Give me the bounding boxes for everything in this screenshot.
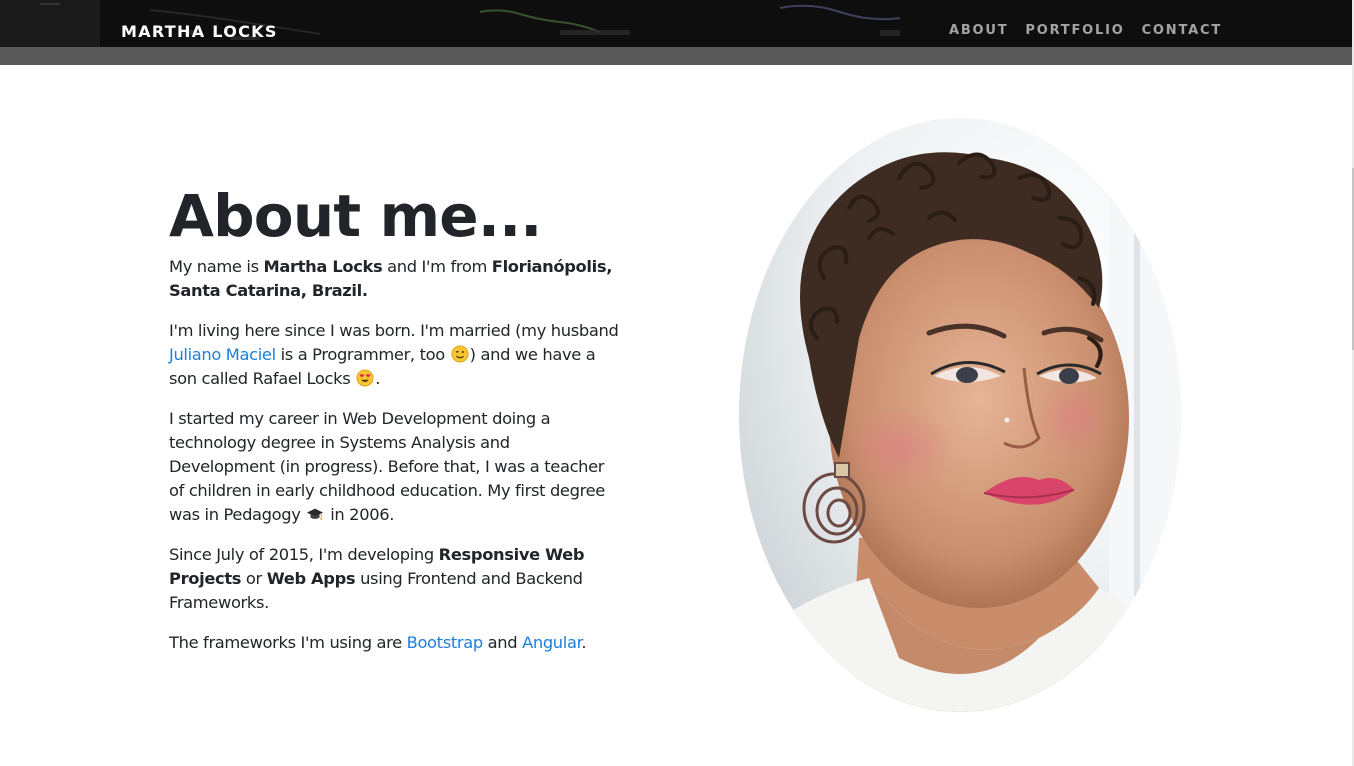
bootstrap-link[interactable]: Bootstrap bbox=[407, 633, 484, 652]
nav-link-portfolio[interactable]: PORTFOLIO bbox=[1025, 23, 1124, 38]
header-divider-band bbox=[0, 47, 1352, 65]
angular-link[interactable]: Angular bbox=[522, 633, 582, 652]
frameworks-text: and bbox=[482, 632, 523, 652]
intro-text: and I'm from bbox=[382, 256, 492, 276]
web-apps-label: Web Apps bbox=[266, 568, 356, 588]
brand-logo-text[interactable]: MARTHA LOCKS bbox=[121, 22, 278, 41]
frameworks-text: . bbox=[581, 632, 587, 652]
family-text: I'm living here since I was born. I'm ma… bbox=[169, 320, 619, 340]
family-text: . bbox=[375, 368, 381, 388]
heart-eyes-icon bbox=[356, 369, 374, 387]
author-name: Martha Locks bbox=[263, 256, 383, 276]
about-heading: About me... bbox=[169, 182, 542, 250]
about-paragraph-intro: My name is Martha Locks and I'm from Flo… bbox=[169, 255, 619, 303]
winking-face-icon bbox=[451, 345, 469, 363]
profile-photo bbox=[739, 118, 1181, 712]
about-paragraph-frameworks: The frameworks I'm using are Bootstrap a… bbox=[169, 631, 619, 655]
about-paragraph-career: I started my career in Web Development d… bbox=[169, 407, 619, 527]
intro-text: My name is bbox=[169, 256, 264, 276]
about-paragraph-family: I'm living here since I was born. I'm ma… bbox=[169, 319, 619, 391]
nav-link-about[interactable]: ABOUT bbox=[949, 23, 1008, 38]
family-text: is a Programmer, too bbox=[275, 344, 450, 364]
career-text: in 2006. bbox=[325, 504, 395, 524]
husband-link[interactable]: Juliano Maciel bbox=[169, 345, 276, 364]
top-navbar: MARTHA LOCKS ABOUT PORTFOLIO CONTACT bbox=[0, 0, 1352, 47]
nav-link-contact[interactable]: CONTACT bbox=[1142, 23, 1222, 38]
about-paragraph-projects: Since July of 2015, I'm developing Respo… bbox=[169, 543, 619, 615]
nav-menu: ABOUT PORTFOLIO CONTACT bbox=[949, 23, 1222, 38]
graduation-cap-icon bbox=[307, 508, 324, 520]
projects-text: Since July of 2015, I'm developing bbox=[169, 544, 439, 564]
profile-photo-illustration bbox=[739, 118, 1181, 712]
projects-text: or bbox=[241, 568, 267, 588]
about-section: About me... My name is Martha Locks and … bbox=[169, 184, 619, 671]
frameworks-text: The frameworks I'm using are bbox=[169, 632, 407, 652]
